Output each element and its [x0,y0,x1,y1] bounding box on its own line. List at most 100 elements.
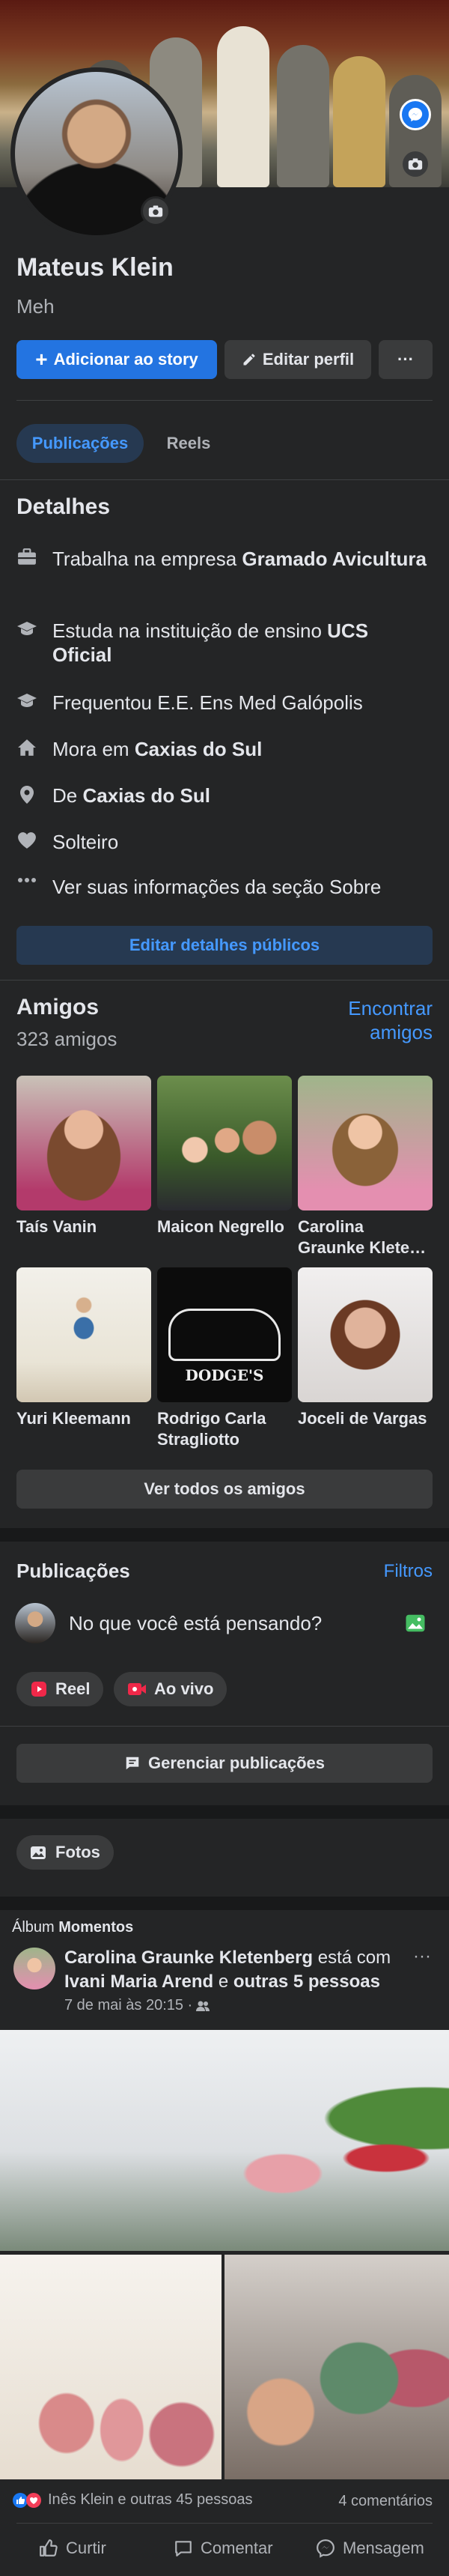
friend-card[interactable]: Carolina Graunke Klete… [298,1076,433,1258]
tab-publicacoes[interactable]: Publicações [16,424,144,463]
photos-icon [31,1846,46,1859]
divider [16,2523,433,2524]
album-link[interactable]: Momentos [58,1919,133,1936]
more-dots-icon [16,875,37,884]
friend-card[interactable]: DODGE'S Rodrigo Carla Stragliotto [157,1267,292,1450]
friend-photo [16,1267,151,1402]
friend-photo [298,1076,433,1210]
and-text: e [213,1972,233,1992]
home-icon [16,737,37,757]
composer-avatar[interactable] [15,1603,55,1643]
friend-card[interactable]: Maicon Negrello [157,1076,292,1237]
reel-chip[interactable]: Reel [16,1672,104,1706]
camera-icon [408,158,423,170]
photos-label: Fotos [55,1843,100,1861]
post-photo[interactable] [0,2255,222,2479]
plus-icon: + [35,348,48,371]
friend-card[interactable]: Yuri Kleemann [16,1267,151,1429]
photos-chip[interactable]: Fotos [16,1835,114,1870]
friend-name: Yuri Kleemann [16,1409,131,1428]
detail-text: Trabalha na empresa [52,548,242,570]
friend-photo: DODGE'S [157,1267,292,1402]
comment-button[interactable]: Comentar [174,2526,273,2571]
friend-card[interactable]: Joceli de Vargas [298,1267,433,1429]
thumbs-up-icon [40,2539,58,2557]
profile-bio: Meh [16,295,55,318]
divider [0,1726,449,1727]
detail-lives: Mora em Caxias do Sul [16,737,433,761]
messenger-button[interactable] [400,99,431,130]
post-meta: 7 de mai às 20:15 · [64,1997,210,2014]
pencil-icon [243,354,255,366]
post-author-link[interactable]: Carolina Graunke Kletenberg [64,1948,313,1968]
manage-posts-button[interactable]: Gerenciar publicações [16,1744,433,1783]
see-all-label: Ver todos os amigos [144,1479,305,1498]
detail-hometown-link[interactable]: Caxias do Sul [82,784,210,807]
friend-name: Carolina Graunke Klete… [298,1217,427,1257]
post-author-avatar[interactable] [13,1948,55,1989]
composer-input[interactable]: No que você está pensando? [69,1612,322,1635]
detail-see-about[interactable]: Ver suas informações da seção Sobre [16,875,433,899]
detail-city-link[interactable]: Caxias do Sul [135,738,263,760]
detail-work: Trabalha na empresa Gramado Avicultura [16,547,433,571]
like-label: Curtir [66,2539,106,2557]
tab-reels[interactable]: Reels [153,424,224,463]
cover-figure [217,26,269,187]
edit-public-details-button[interactable]: Editar detalhes públicos [16,926,433,965]
divider [16,400,433,401]
friends-count: 323 amigos [16,1028,117,1050]
edit-profile-label: Editar perfil [262,350,355,369]
section-separator [0,1528,449,1542]
detail-text: Estuda na instituição de ensino [52,619,328,642]
find-friends-link[interactable]: Encontrar amigos [314,996,433,1044]
add-story-label: Adicionar ao story [53,350,198,369]
filters-link[interactable]: Filtros [359,1561,433,1582]
cover-camera-button[interactable] [403,151,428,177]
messenger-icon [408,107,423,122]
friend-name: Taís Vanin [16,1217,97,1236]
others-link[interactable]: outras 5 pessoas [233,1972,380,1992]
cover-figure [333,56,385,187]
more-options-button[interactable]: ··· [379,340,433,379]
live-chip[interactable]: Ao vivo [114,1672,227,1706]
friend-photo [157,1076,292,1210]
reel-icon [31,1682,46,1697]
album-prefix: Álbum [12,1919,59,1936]
tagged-person-link[interactable]: Ivani Maria Arend [64,1972,213,1992]
detail-text: De [52,784,83,807]
details-title: Detalhes [16,494,111,519]
post-header: Carolina Graunke Kletenberg está com Iva… [64,1946,416,1994]
graduation-cap-icon [16,619,37,637]
comments-count[interactable]: 4 comentários [299,2493,433,2510]
message-square-icon [126,1757,139,1770]
detail-workplace-link[interactable]: Gramado Avicultura [242,548,427,570]
post-photo[interactable] [0,2030,449,2251]
detail-study: Estuda na instituição de ensino UCS Ofic… [16,619,433,667]
see-all-friends-button[interactable]: Ver todos os amigos [16,1470,433,1509]
add-story-button[interactable]: + Adicionar ao story [16,340,217,379]
post-options-button[interactable]: ··· [413,1946,431,1967]
reactions-text: Inês Klein e outras 45 pessoas [48,2491,253,2508]
reactions-summary[interactable]: Inês Klein e outras 45 pessoas [12,2491,253,2509]
logo-text: DODGE'S [185,1366,264,1384]
avatar-camera-button[interactable] [141,196,171,226]
edit-profile-button[interactable]: Editar perfil [224,340,371,379]
friend-card[interactable]: Taís Vanin [16,1076,151,1237]
with-text: está com [313,1948,391,1968]
detail-text: Ver suas informações da seção Sobre [52,876,382,898]
message-button[interactable]: Mensagem [316,2526,424,2571]
friend-name: Rodrigo Carla Stragliotto [157,1409,266,1449]
like-button[interactable]: Curtir [39,2526,106,2571]
section-separator [0,1805,449,1819]
section-separator [0,1897,449,1910]
photo-icon [406,1614,425,1632]
post-timestamp[interactable]: 7 de mai às 20:15 · [64,1997,192,2014]
divider [0,980,449,981]
album-label: Álbum Momentos [12,1919,133,1936]
reel-label: Reel [55,1679,91,1698]
photo-upload-button[interactable] [404,1612,427,1634]
friend-name: Joceli de Vargas [298,1409,427,1428]
post-photo[interactable] [224,2255,449,2479]
edit-details-label: Editar detalhes públicos [129,936,320,954]
detail-studied: Frequentou E.E. Ens Med Galópolis [16,691,433,715]
